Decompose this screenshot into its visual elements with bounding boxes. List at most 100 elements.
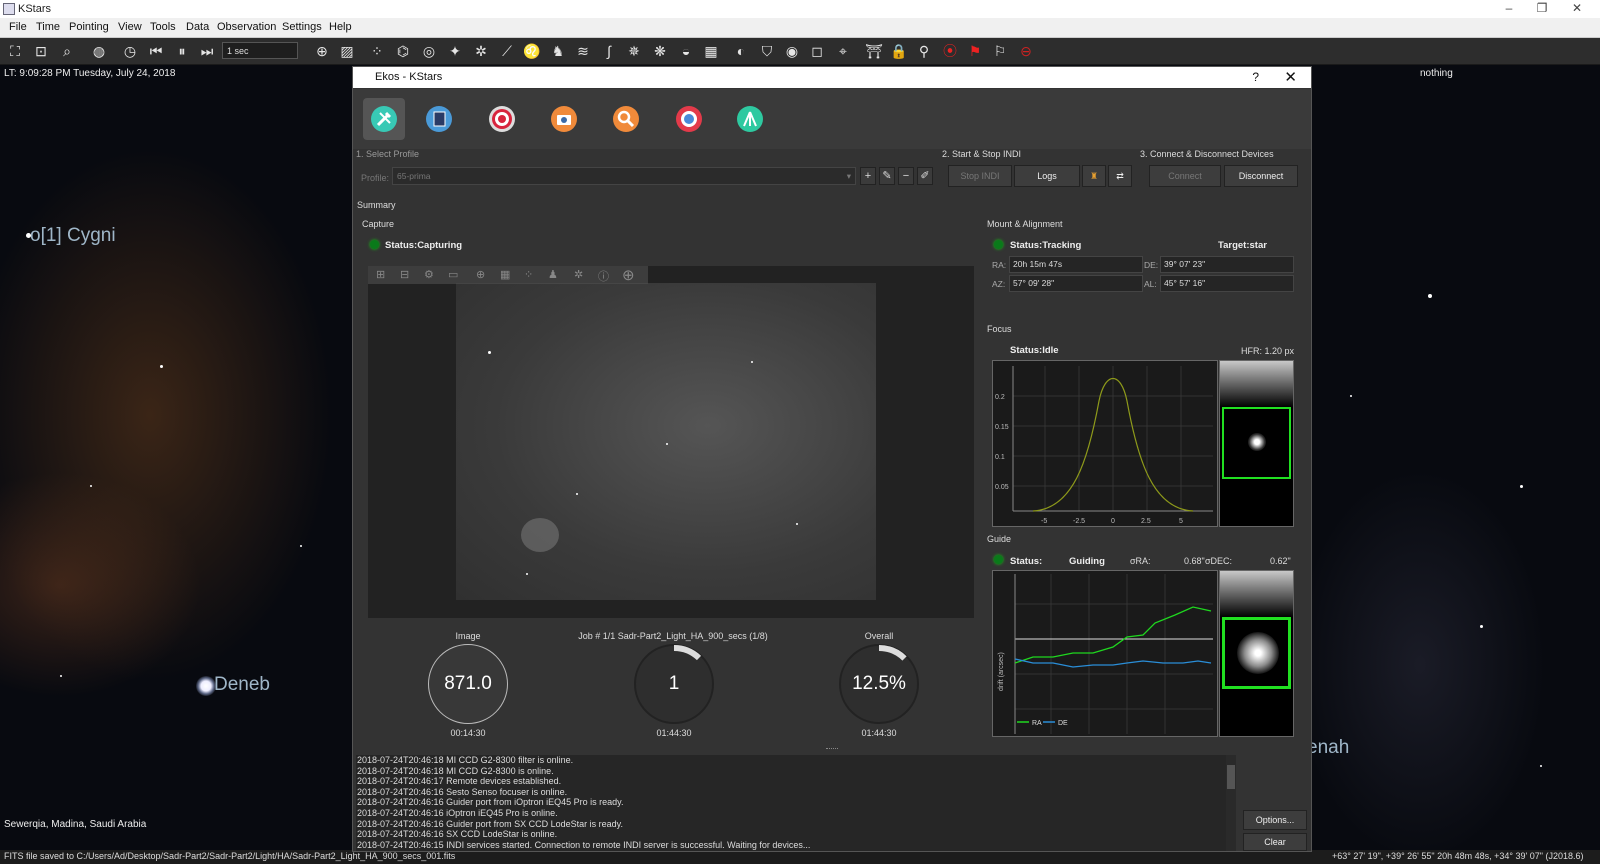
zoom-default-icon[interactable]: ⚙ xyxy=(424,268,434,281)
horizon-icon[interactable]: ◒ xyxy=(677,42,695,60)
ekos-icon[interactable]: ◐ xyxy=(732,42,750,60)
menu-tools[interactable]: Tools xyxy=(150,21,176,33)
disconnect-button[interactable]: Disconnect xyxy=(1224,165,1298,187)
maximize-button[interactable]: ❐ xyxy=(1527,1,1557,15)
menu-time[interactable]: Time xyxy=(36,21,60,33)
sky-label-cygni[interactable]: o[1] Cygni xyxy=(30,225,116,247)
edit-profile-button[interactable]: ✎ xyxy=(879,167,895,185)
solar-system-icon[interactable]: ✦ xyxy=(446,42,464,60)
globe-icon[interactable]: ◍ xyxy=(90,42,108,60)
stars-icon[interactable]: ⁘ xyxy=(368,42,386,60)
record-icon[interactable]: ⦿ xyxy=(941,42,959,60)
tab-mount[interactable] xyxy=(481,98,523,140)
constellation-lines-icon[interactable]: ⟋ xyxy=(498,42,516,60)
grid-icon[interactable]: ▦ xyxy=(500,268,510,281)
log-scrollbar-thumb[interactable] xyxy=(1227,765,1235,789)
dome-icon[interactable]: ⛩ xyxy=(865,42,883,60)
logs-button[interactable]: Logs xyxy=(1014,165,1080,187)
hips-icon[interactable]: ▦ xyxy=(702,42,720,60)
eq-icon[interactable]: ♟ xyxy=(548,268,558,281)
menu-help[interactable]: Help xyxy=(329,21,352,33)
menu-settings[interactable]: Settings xyxy=(282,21,322,33)
legend-ra-label: RA xyxy=(1032,720,1042,727)
menu-pointing[interactable]: Pointing xyxy=(69,21,109,33)
log-clear-button[interactable]: Clear xyxy=(1243,833,1307,851)
menu-file[interactable]: File xyxy=(9,21,27,33)
pause-icon[interactable]: ⏸ xyxy=(173,42,191,60)
help-button[interactable]: ? xyxy=(1252,70,1259,84)
stars-icon[interactable]: ⁘ xyxy=(524,268,533,281)
sky-label-deneb[interactable]: Deneb xyxy=(214,674,270,696)
tab-guide[interactable] xyxy=(668,98,710,140)
close-window-button[interactable]: ✕ xyxy=(1562,1,1592,15)
telescope-icon[interactable]: ⚲ xyxy=(915,42,933,60)
ekos-log[interactable]: 2018-07-24T20:46:18 MI CCD G2-8300 filte… xyxy=(356,755,1226,851)
red-flag-icon[interactable]: ⚑ xyxy=(966,42,984,60)
clock-icon[interactable]: ◷ xyxy=(121,42,139,60)
tab-setup[interactable] xyxy=(363,98,405,140)
profile-combobox[interactable]: 65-prima ▾ xyxy=(392,167,856,185)
step-forward-icon[interactable]: ⏭ xyxy=(198,42,216,60)
zoom-out-icon[interactable]: ⊟ xyxy=(400,268,409,281)
ekos-live-button[interactable]: ♜ xyxy=(1082,165,1106,187)
search-icon[interactable]: ⌕ xyxy=(58,42,76,60)
image-icon[interactable]: ▨ xyxy=(338,42,356,60)
deep-sky-icon[interactable]: ⌬ xyxy=(394,42,412,60)
capture-preview[interactable]: ⊞ ⊟ ⚙ ▭ ⊕ ▦ ⁘ ♟ ✲ ⓘ ⊕ xyxy=(368,266,974,618)
zoom-fit-icon[interactable]: ⛶ xyxy=(6,42,24,60)
minimize-button[interactable]: – xyxy=(1494,1,1524,15)
stop-icon[interactable]: ⊖ xyxy=(1017,42,1035,60)
status-bar: FITS file saved to C:/Users/Ad/Desktop/S… xyxy=(0,850,1600,864)
port-selector-button[interactable]: ⇄ xyxy=(1108,165,1132,187)
satellites-icon[interactable]: ✵ xyxy=(625,42,643,60)
fits-image[interactable] xyxy=(456,283,876,600)
guide-drift-plot[interactable]: drift (arcsec) RA DE xyxy=(992,570,1218,737)
tab-align[interactable] xyxy=(729,98,771,140)
tab-capture[interactable] xyxy=(543,98,585,140)
ekos-close-button[interactable]: ✕ xyxy=(1284,68,1297,86)
splitter-handle[interactable] xyxy=(826,748,838,752)
focus-plot[interactable]: 0.2 0.15 0.1 0.05 -5 -2.5 0 2.5 5 xyxy=(992,360,1218,527)
log-line: 2018-07-24T20:46:16 Guider port from SX … xyxy=(357,818,623,829)
lock-icon[interactable]: 🔒 xyxy=(890,42,908,60)
menu-view[interactable]: View xyxy=(118,21,142,33)
info-icon[interactable]: ⓘ xyxy=(598,268,609,284)
equatorial-grid-icon[interactable]: ⊕ xyxy=(313,42,331,60)
crosshair-icon[interactable]: ⌖ xyxy=(834,42,852,60)
menu-observation[interactable]: Observation xyxy=(217,21,276,33)
tab-scheduler[interactable] xyxy=(418,98,460,140)
fov-icon[interactable]: ◉ xyxy=(783,42,801,60)
step-back-icon[interactable]: ⏮ xyxy=(147,42,165,60)
settings-icon[interactable]: ✲ xyxy=(574,268,583,281)
constellation-names-icon[interactable]: ♌ xyxy=(523,42,541,60)
connect-button[interactable]: Connect xyxy=(1149,165,1221,187)
add-profile-button[interactable]: + xyxy=(860,167,876,185)
crosshair-icon[interactable]: ⊕ xyxy=(476,268,485,281)
zoom-fit-icon[interactable]: ▭ xyxy=(448,268,458,281)
supernovae-icon[interactable]: ❋ xyxy=(651,42,669,60)
status-coordinates: +63° 27' 19", +39° 26' 55" 20h 48m 48s, … xyxy=(1332,851,1584,861)
constellation-art-icon[interactable]: ♞ xyxy=(549,42,567,60)
target-icon[interactable]: ⊕ xyxy=(622,266,635,284)
tab-focus[interactable] xyxy=(605,98,647,140)
log-scrollbar[interactable] xyxy=(1226,755,1236,851)
frame-icon[interactable]: ◻ xyxy=(808,42,826,60)
ecliptic-icon[interactable]: ∫ xyxy=(600,42,618,60)
log-line: 2018-07-24T20:46:17 Remote devices estab… xyxy=(357,776,562,787)
wizard-profile-button[interactable]: ✐ xyxy=(917,167,933,185)
focus-curve-svg: 0.2 0.15 0.1 0.05 -5 -2.5 0 2.5 5 xyxy=(995,366,1213,525)
stop-indi-button[interactable]: Stop INDI xyxy=(948,165,1012,187)
log-options-button[interactable]: Options... xyxy=(1243,810,1307,830)
zoom-box-icon[interactable]: ⊡ xyxy=(32,42,50,60)
guide-star xyxy=(1237,632,1279,674)
observing-list-icon[interactable]: ⛉ xyxy=(758,42,776,60)
delete-profile-button[interactable]: − xyxy=(898,167,914,185)
galaxy-icon[interactable]: ◎ xyxy=(420,42,438,60)
deneb-star[interactable] xyxy=(196,676,216,696)
time-step-spinbox[interactable]: 1 sec xyxy=(222,42,298,59)
flag-icon[interactable]: ⚐ xyxy=(991,42,1009,60)
zoom-in-icon[interactable]: ⊞ xyxy=(376,268,385,281)
milky-way-icon[interactable]: ≋ xyxy=(574,42,592,60)
comets-icon[interactable]: ✲ xyxy=(472,42,490,60)
menu-data[interactable]: Data xyxy=(186,21,209,33)
